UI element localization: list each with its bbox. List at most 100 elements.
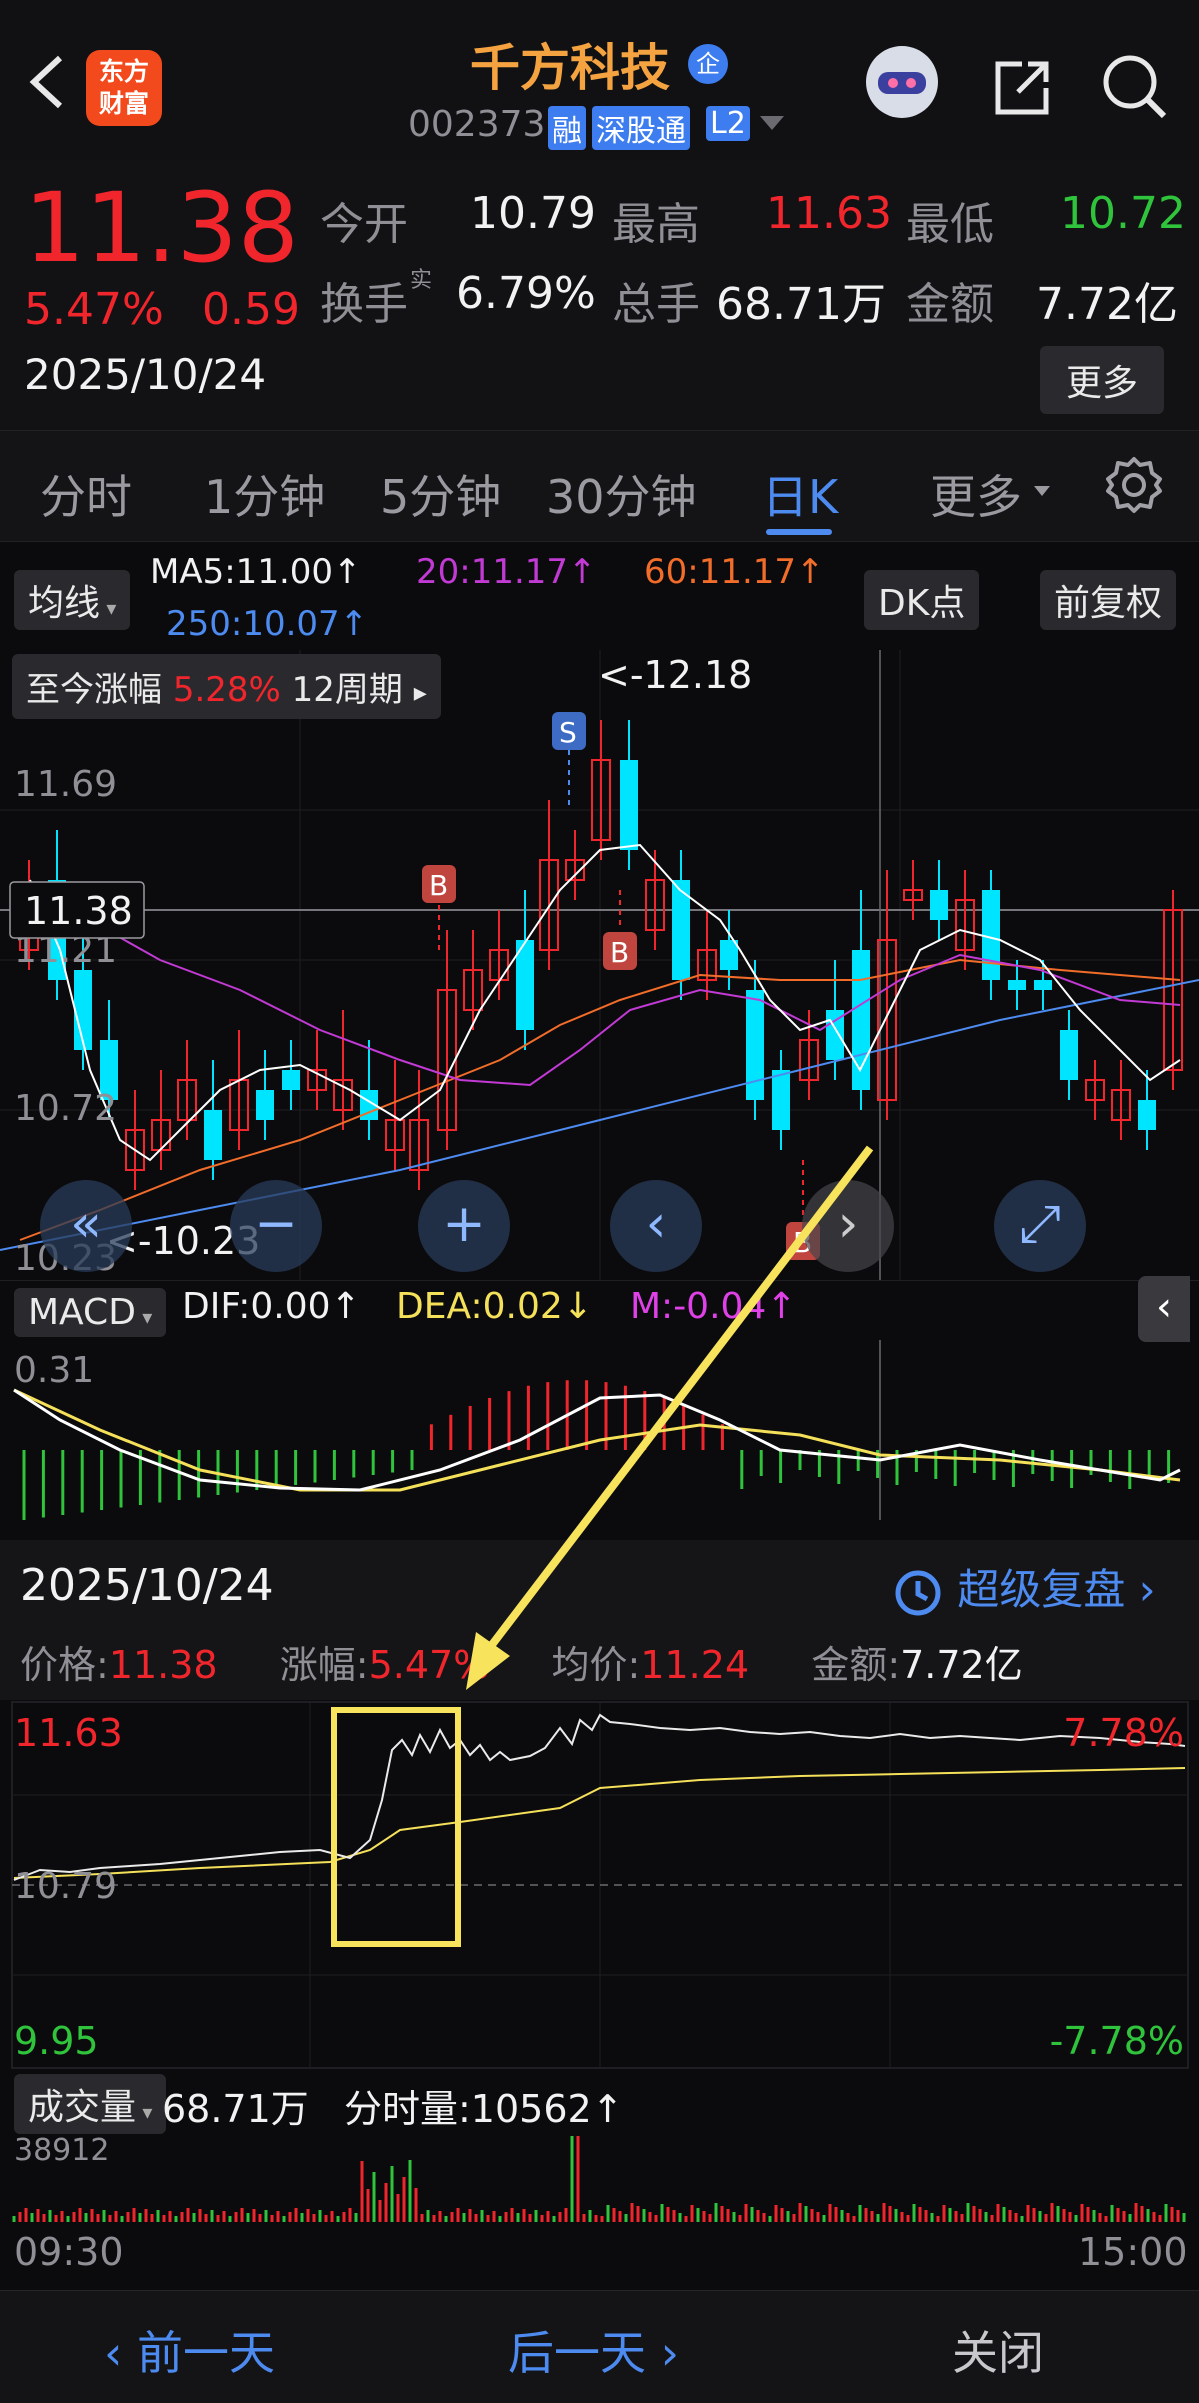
chevron-right-icon: ›: [646, 2326, 680, 2380]
fullscreen-icon[interactable]: ⤢: [994, 1180, 1086, 1272]
dk-points-button[interactable]: DK点: [864, 570, 980, 630]
open-label: 今开: [320, 199, 408, 250]
next-day-button[interactable]: 后一天 ›: [508, 2317, 679, 2383]
close-button[interactable]: 关闭: [952, 2317, 1044, 2383]
macd-dif: DIF:0.00↑: [182, 1286, 361, 1327]
volume-selector-label: 成交量: [28, 2087, 137, 2128]
zoom-out-icon[interactable]: −: [230, 1180, 322, 1272]
intraday-pct-low: -7.78%: [1050, 2019, 1184, 2063]
amount-value: 7.72亿: [900, 1643, 1023, 1687]
period-tabs: 分时 1分钟 5分钟 30分钟 日K 更多: [0, 430, 1199, 542]
range-period: 12周期: [291, 670, 403, 710]
high-label: 最高: [612, 199, 700, 250]
current-price: 11.38: [24, 172, 299, 284]
time-start: 09:30: [14, 2230, 124, 2274]
robot-assistant-icon[interactable]: [862, 42, 942, 122]
total-volume: 68.71万: [162, 2087, 309, 2131]
amount-label: 金额:: [811, 1643, 901, 1687]
prev-day-button[interactable]: ‹ 前一天: [104, 2317, 275, 2383]
ma-selector-label: 均线: [28, 583, 101, 624]
caret-down-icon: [1034, 483, 1050, 502]
change-amount: 0.59: [202, 284, 300, 335]
sell-marker-label: S: [559, 716, 577, 749]
time-end: 15:00: [1078, 2230, 1188, 2274]
tab-30min[interactable]: 30分钟: [546, 461, 697, 527]
low-value: 10.72: [1060, 188, 1186, 239]
kline-axis-low: 10.72: [14, 1088, 117, 1129]
amount-label: 金额: [906, 279, 994, 330]
turnover-label: 换手: [320, 279, 408, 330]
caret-down-icon: ▾: [100, 596, 117, 620]
intraday-stats: 价格:11.38 涨幅:5.47% 均价:11.24 金额:7.72亿: [20, 1634, 1023, 1689]
share-icon[interactable]: [988, 54, 1054, 124]
brand-logo-line1: 东方: [98, 57, 149, 86]
tab-1min[interactable]: 1分钟: [204, 461, 325, 527]
scroll-right-icon[interactable]: ›: [802, 1180, 894, 1272]
quote-date: 2025/10/24: [24, 350, 267, 399]
turnover-value: 6.79%: [456, 268, 596, 319]
ma-selector-button[interactable]: 均线 ▾: [14, 570, 131, 630]
intraday-axis-low: 9.95: [14, 2019, 99, 2063]
ma250-value: 250:10.07↑: [166, 604, 369, 644]
collapse-panel-icon[interactable]: ‹: [1138, 1276, 1190, 1342]
volume-value: 68.71万: [716, 279, 886, 330]
scroll-left-fast-icon[interactable]: «: [40, 1180, 132, 1272]
volume-selector-button[interactable]: 成交量 ▾: [14, 2074, 167, 2134]
amount-value: 7.72亿: [1036, 279, 1178, 330]
range-stats-chip[interactable]: 至今涨幅 5.28% 12周期 ▸: [12, 654, 441, 719]
macd-dea: DEA:0.02↓: [396, 1286, 593, 1327]
forward-adjust-button[interactable]: 前复权: [1040, 570, 1177, 630]
ma20-value: 20:11.17↑: [416, 552, 597, 592]
chevron-down-icon[interactable]: [760, 116, 784, 136]
brand-logo: 东方 财富: [86, 50, 162, 126]
tick-volume: 分时量:10562↑: [344, 2087, 624, 2131]
tag-margin: 融: [548, 106, 586, 150]
kline-max-label: <-12.18: [598, 653, 752, 697]
volume-chart: 38912: [12, 2133, 1186, 2222]
pct-value: 5.47%: [368, 1643, 490, 1687]
zoom-in-icon[interactable]: +: [418, 1180, 510, 1272]
tab-more[interactable]: 更多: [930, 461, 1022, 527]
low-label: 最低: [906, 199, 994, 250]
enterprise-badge: 企: [688, 44, 728, 84]
macd-selector-label: MACD: [28, 1292, 136, 1333]
footer-bar: ‹ 前一天 后一天 › 关闭: [0, 2290, 1199, 2403]
intraday-chart[interactable]: 11.63 10.79 9.95 7.78% -7.78%: [0, 1700, 1199, 2070]
turnover-superscript: 实: [410, 268, 433, 293]
scroll-left-icon[interactable]: ‹: [610, 1180, 702, 1272]
tab-5min[interactable]: 5分钟: [380, 461, 501, 527]
volume-label: 总手: [612, 279, 700, 330]
brand-logo-line2: 财富: [98, 89, 149, 118]
app-header: 东方 财富 千方科技 企 002373 融 深股通 L2: [0, 0, 1199, 161]
pct-label: 涨幅:: [279, 1643, 369, 1687]
caret-down-icon: ▾: [136, 2100, 153, 2124]
caret-down-icon: ▾: [135, 1305, 153, 1329]
intraday-axis-high: 11.63: [14, 1711, 123, 1755]
intraday-date: 2025/10/24: [20, 1560, 274, 1611]
more-quote-button[interactable]: 更多: [1040, 346, 1165, 414]
intraday-pct-high: 7.78%: [1063, 1711, 1184, 1755]
search-icon[interactable]: [1100, 52, 1170, 126]
tag-connect: 深股通: [592, 106, 690, 150]
volume-axis-max: 38912: [14, 2133, 109, 2168]
kline-axis-top: 11.69: [14, 764, 117, 805]
tab-intraday[interactable]: 分时: [40, 461, 132, 527]
gear-icon[interactable]: [1104, 455, 1164, 519]
avg-label: 均价:: [551, 1643, 641, 1687]
macd-selector-button[interactable]: MACD ▾: [14, 1288, 167, 1337]
change-percent: 5.47%: [24, 284, 164, 335]
prev-day-label: 前一天: [137, 2326, 276, 2380]
super-replay-button[interactable]: 超级复盘 ›: [892, 1556, 1156, 1619]
open-value: 10.79: [470, 188, 596, 239]
range-label: 至今涨幅: [26, 670, 162, 710]
price-label: 价格:: [20, 1643, 109, 1687]
back-icon[interactable]: [22, 52, 72, 112]
buy-marker-label: B: [429, 869, 448, 902]
next-day-label: 后一天: [508, 2326, 646, 2380]
chevron-right-icon: ▸: [413, 678, 427, 708]
quote-panel: 11.38 5.47% 0.59 2025/10/24 今开 10.79 最高 …: [0, 160, 1199, 430]
ma60-value: 60:11.17↑: [644, 552, 825, 592]
tab-daily-k[interactable]: 日K: [762, 461, 838, 527]
avg-value: 11.24: [640, 1643, 750, 1687]
intraday-axis-base: 10.79: [14, 1866, 117, 1907]
